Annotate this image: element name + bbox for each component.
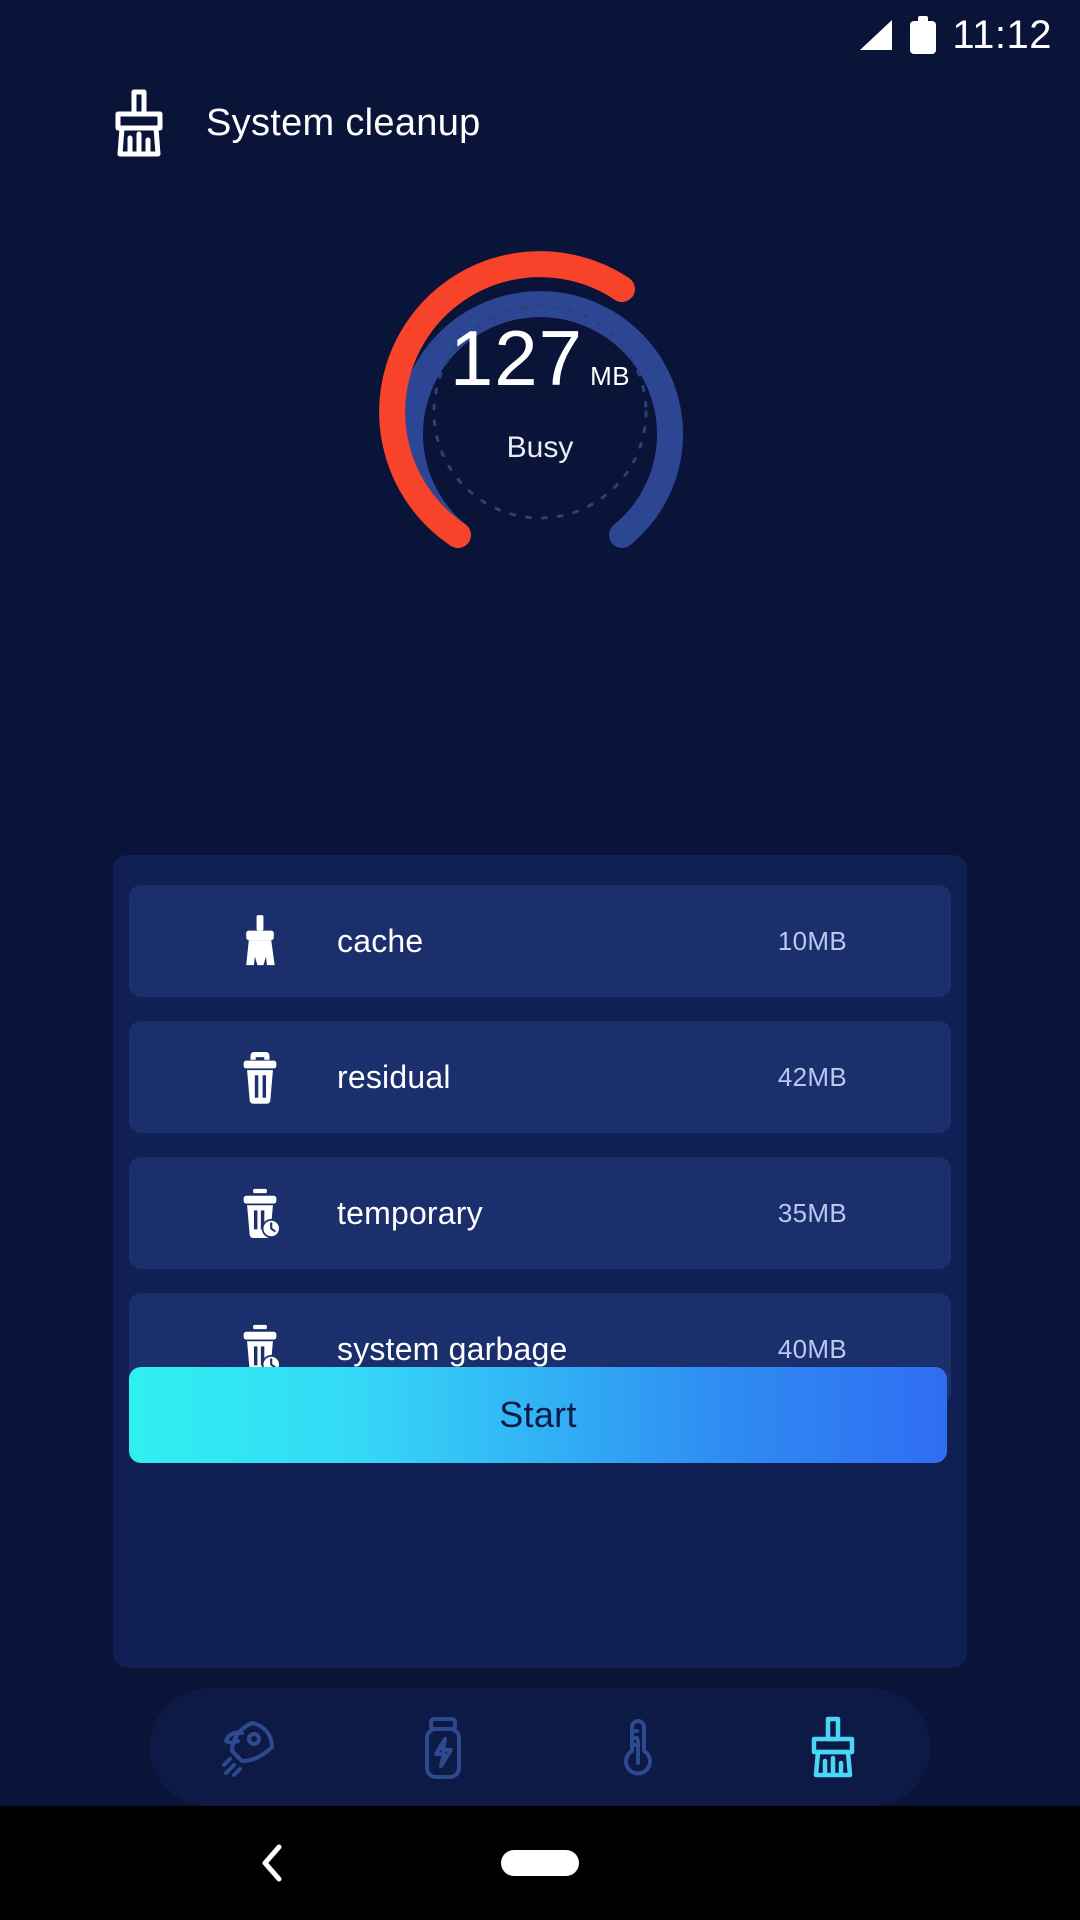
app-header: System cleanup (108, 88, 481, 158)
nav-item-cleanup[interactable] (778, 1692, 888, 1802)
nav-item-boost[interactable] (193, 1692, 303, 1802)
cleanup-list: cache 10MB residual 42MB temporary 35MB … (129, 885, 951, 1429)
home-pill-icon[interactable] (501, 1850, 579, 1876)
nav-item-battery[interactable] (388, 1692, 498, 1802)
list-item-label: residual (337, 1058, 451, 1095)
signal-triangle-icon (856, 18, 894, 52)
list-item[interactable]: cache 10MB (129, 885, 951, 997)
battery-full-icon (910, 16, 937, 54)
chevron-left-icon[interactable] (255, 1841, 289, 1885)
android-system-bar (0, 1806, 1080, 1920)
thermometer-icon (602, 1711, 674, 1783)
status-bar-clock: 11:12 (952, 13, 1052, 57)
list-item-size: 42MB (777, 1061, 847, 1092)
list-item-label: cache (337, 922, 424, 959)
list-item-size: 40MB (777, 1333, 847, 1364)
start-button-label: Start (499, 1394, 577, 1435)
broom-icon (231, 909, 289, 973)
broom-icon (797, 1711, 869, 1783)
gauge-arcs (379, 251, 683, 548)
list-item-label: system garbage (337, 1330, 568, 1367)
list-item[interactable]: temporary 35MB (129, 1157, 951, 1269)
trash-icon (231, 1045, 289, 1109)
rocket-icon (212, 1711, 284, 1783)
trash-clock-icon (231, 1181, 289, 1245)
list-item-label: temporary (337, 1194, 483, 1231)
battery-bolt-icon (407, 1711, 479, 1783)
storage-gauge: 127 MB Busy (0, 230, 1080, 560)
bottom-nav (150, 1688, 930, 1806)
nav-item-cooler[interactable] (583, 1692, 693, 1802)
broom-icon (108, 88, 170, 158)
list-item-size: 35MB (777, 1197, 847, 1228)
start-button[interactable]: Start (129, 1367, 947, 1463)
list-item[interactable]: residual 42MB (129, 1021, 951, 1133)
gauge-track (397, 291, 683, 548)
cleanup-panel: cache 10MB residual 42MB temporary 35MB … (113, 855, 967, 1668)
app-screen: 11:12 System cleanup 127 MB Busy cache 1… (0, 0, 1080, 1920)
status-bar: 11:12 (0, 0, 1080, 70)
page-title: System cleanup (206, 101, 481, 144)
list-item-size: 10MB (777, 925, 847, 956)
